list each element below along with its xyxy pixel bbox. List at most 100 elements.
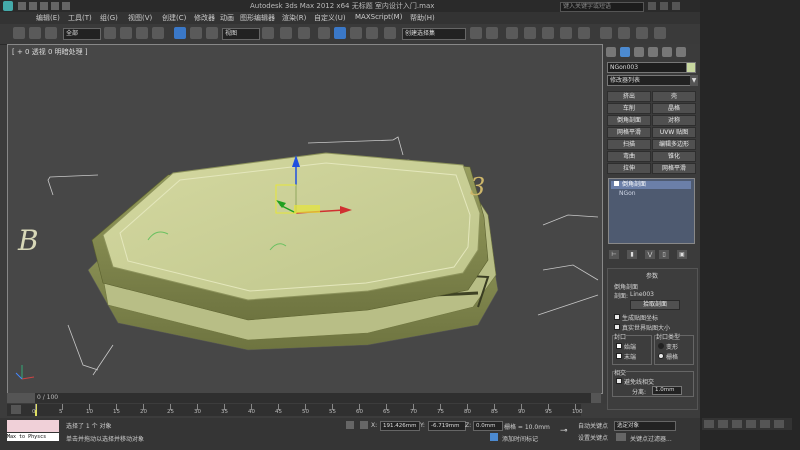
menu-group[interactable]: 组(G) xyxy=(100,13,118,23)
search-icon[interactable] xyxy=(648,2,656,10)
modifier-button[interactable]: 壳 xyxy=(652,91,696,102)
graphite-ribbon-icon[interactable] xyxy=(524,27,536,39)
search-input[interactable]: 键入关键字或短语 xyxy=(560,2,644,12)
maxscript-listener-input[interactable] xyxy=(7,420,59,432)
key-filter-select[interactable]: 选定对象 xyxy=(614,421,676,431)
pin-stack-icon[interactable]: ⊢ xyxy=(609,250,619,259)
select-rotate-icon[interactable] xyxy=(190,27,202,39)
cap-start-checkbox[interactable] xyxy=(616,343,622,349)
modifier-button[interactable]: 车削 xyxy=(607,103,651,114)
menu-animation[interactable]: 动画 xyxy=(220,13,234,23)
reference-coordinate-select[interactable]: 视图 xyxy=(222,28,260,40)
render-production-icon[interactable] xyxy=(636,27,648,39)
schematic-view-icon[interactable] xyxy=(560,27,572,39)
menu-modifiers[interactable]: 修改器 xyxy=(194,13,215,23)
set-key-button[interactable]: 设置关键点 xyxy=(578,433,608,442)
modifier-button[interactable]: 对称 xyxy=(652,115,696,126)
bind-spacewarp-icon[interactable] xyxy=(45,27,57,39)
display-tab-icon[interactable] xyxy=(662,47,672,57)
select-move-icon[interactable] xyxy=(174,27,186,39)
modifier-button[interactable]: 锥化 xyxy=(652,151,696,162)
new-file-icon[interactable] xyxy=(18,2,26,10)
remove-modifier-icon[interactable]: ▯ xyxy=(659,250,669,259)
menu-views[interactable]: 视图(V) xyxy=(128,13,152,23)
menu-help[interactable]: 帮助(H) xyxy=(410,13,435,23)
select-object-icon[interactable] xyxy=(104,27,116,39)
zoom-extents-icon[interactable] xyxy=(732,420,742,428)
modifier-button[interactable]: 倒角剖面 xyxy=(607,115,651,126)
help-icon[interactable] xyxy=(672,2,680,10)
chevron-down-icon[interactable]: ▼ xyxy=(690,75,698,86)
window-crossing-icon[interactable] xyxy=(152,27,164,39)
menu-maxscript[interactable]: MAXScript(M) xyxy=(355,13,402,21)
menu-graph-editors[interactable]: 图形编辑器 xyxy=(240,13,275,23)
time-slider-prev-button[interactable] xyxy=(7,393,35,403)
avoid-lines-checkbox[interactable] xyxy=(616,378,622,384)
modify-tab-icon[interactable] xyxy=(620,47,630,57)
real-world-checkbox[interactable] xyxy=(614,324,620,330)
modifier-button[interactable]: UVW 贴图 xyxy=(652,127,696,138)
absolute-mode-icon[interactable] xyxy=(360,421,368,429)
show-end-result-icon[interactable]: ▮ xyxy=(627,250,637,259)
save-file-icon[interactable] xyxy=(40,2,48,10)
pivot-center-icon[interactable] xyxy=(262,27,274,39)
modifier-button[interactable]: 网格平滑 xyxy=(652,163,696,174)
add-time-tag-icon[interactable] xyxy=(490,433,498,441)
create-tab-icon[interactable] xyxy=(606,47,616,57)
redo-icon[interactable] xyxy=(62,2,70,10)
rect-selection-icon[interactable] xyxy=(136,27,148,39)
undo-icon[interactable] xyxy=(51,2,59,10)
object-name-field[interactable]: NGon003 xyxy=(607,62,687,73)
field-of-view-icon[interactable] xyxy=(746,420,756,428)
snaps-toggle-icon[interactable] xyxy=(318,27,330,39)
key-icon[interactable]: ⊸ xyxy=(560,426,574,436)
menu-tools[interactable]: 工具(T) xyxy=(68,13,92,23)
pick-profile-button[interactable]: 拾取剖面 xyxy=(630,300,680,310)
material-editor-icon[interactable] xyxy=(578,27,590,39)
menu-create[interactable]: 创建(C) xyxy=(162,13,186,23)
object-color-swatch[interactable] xyxy=(686,62,696,73)
cap-morph-radio[interactable] xyxy=(658,343,664,349)
menu-rendering[interactable]: 渲染(R) xyxy=(282,13,306,23)
x-coord-field[interactable]: 191.426mm xyxy=(380,421,420,431)
angle-snap-icon[interactable] xyxy=(334,27,346,39)
edit-named-selection-icon[interactable] xyxy=(384,27,396,39)
cap-end-checkbox[interactable] xyxy=(616,353,622,359)
mini-curve-editor-icon[interactable] xyxy=(11,405,21,414)
modifier-stack[interactable]: 倒角剖面 NGon xyxy=(608,178,695,244)
z-coord-field[interactable]: 0.0mm xyxy=(473,421,503,431)
stack-item-modifier[interactable]: 倒角剖面 xyxy=(611,181,691,189)
menu-customize[interactable]: 自定义(U) xyxy=(314,13,346,23)
track-bar[interactable]: 0 5 10 15 20 25 30 35 40 45 50 55 60 65 70 75 80 85 90 95 10… xyxy=(7,404,583,416)
motion-tab-icon[interactable] xyxy=(648,47,658,57)
modifier-button[interactable]: 编辑多边形 xyxy=(652,139,696,150)
hierarchy-tab-icon[interactable] xyxy=(634,47,644,57)
modifier-button[interactable]: 挤出 xyxy=(607,91,651,102)
utilities-tab-icon[interactable] xyxy=(676,47,686,57)
modifier-button[interactable]: 拉伸 xyxy=(607,163,651,174)
orbit-icon[interactable] xyxy=(774,420,784,428)
modifier-button[interactable]: 网格平滑 xyxy=(607,127,651,138)
align-icon[interactable] xyxy=(486,27,498,39)
perspective-viewport[interactable]: [ + 0 透视 0 明暗处理 ] B 3 xyxy=(7,44,603,394)
maxscript-listener-output[interactable]: Max to Physcs xyxy=(7,433,59,441)
select-manipulate-icon[interactable] xyxy=(280,27,292,39)
gen-mapping-checkbox[interactable] xyxy=(614,314,620,320)
unlink-icon[interactable] xyxy=(29,27,41,39)
auto-key-button[interactable]: 自动关键点 xyxy=(578,421,608,430)
lock-selection-icon[interactable] xyxy=(346,421,354,429)
y-coord-field[interactable]: -6.719mm xyxy=(428,421,466,431)
zoom-icon[interactable] xyxy=(704,420,714,428)
curve-editor-icon[interactable] xyxy=(542,27,554,39)
modifier-button[interactable]: 扫描 xyxy=(607,139,651,150)
named-selection-set-select[interactable]: 创建选择集 xyxy=(402,28,466,40)
select-by-name-icon[interactable] xyxy=(120,27,132,39)
stack-item-base[interactable]: NGon xyxy=(619,190,636,197)
modifier-button[interactable]: 弯曲 xyxy=(607,151,651,162)
rendered-frame-icon[interactable] xyxy=(618,27,630,39)
app-logo-icon[interactable] xyxy=(3,1,13,11)
lightbulb-icon[interactable] xyxy=(614,181,619,186)
open-file-icon[interactable] xyxy=(29,2,37,10)
select-link-icon[interactable] xyxy=(13,27,25,39)
layer-manager-icon[interactable] xyxy=(506,27,518,39)
